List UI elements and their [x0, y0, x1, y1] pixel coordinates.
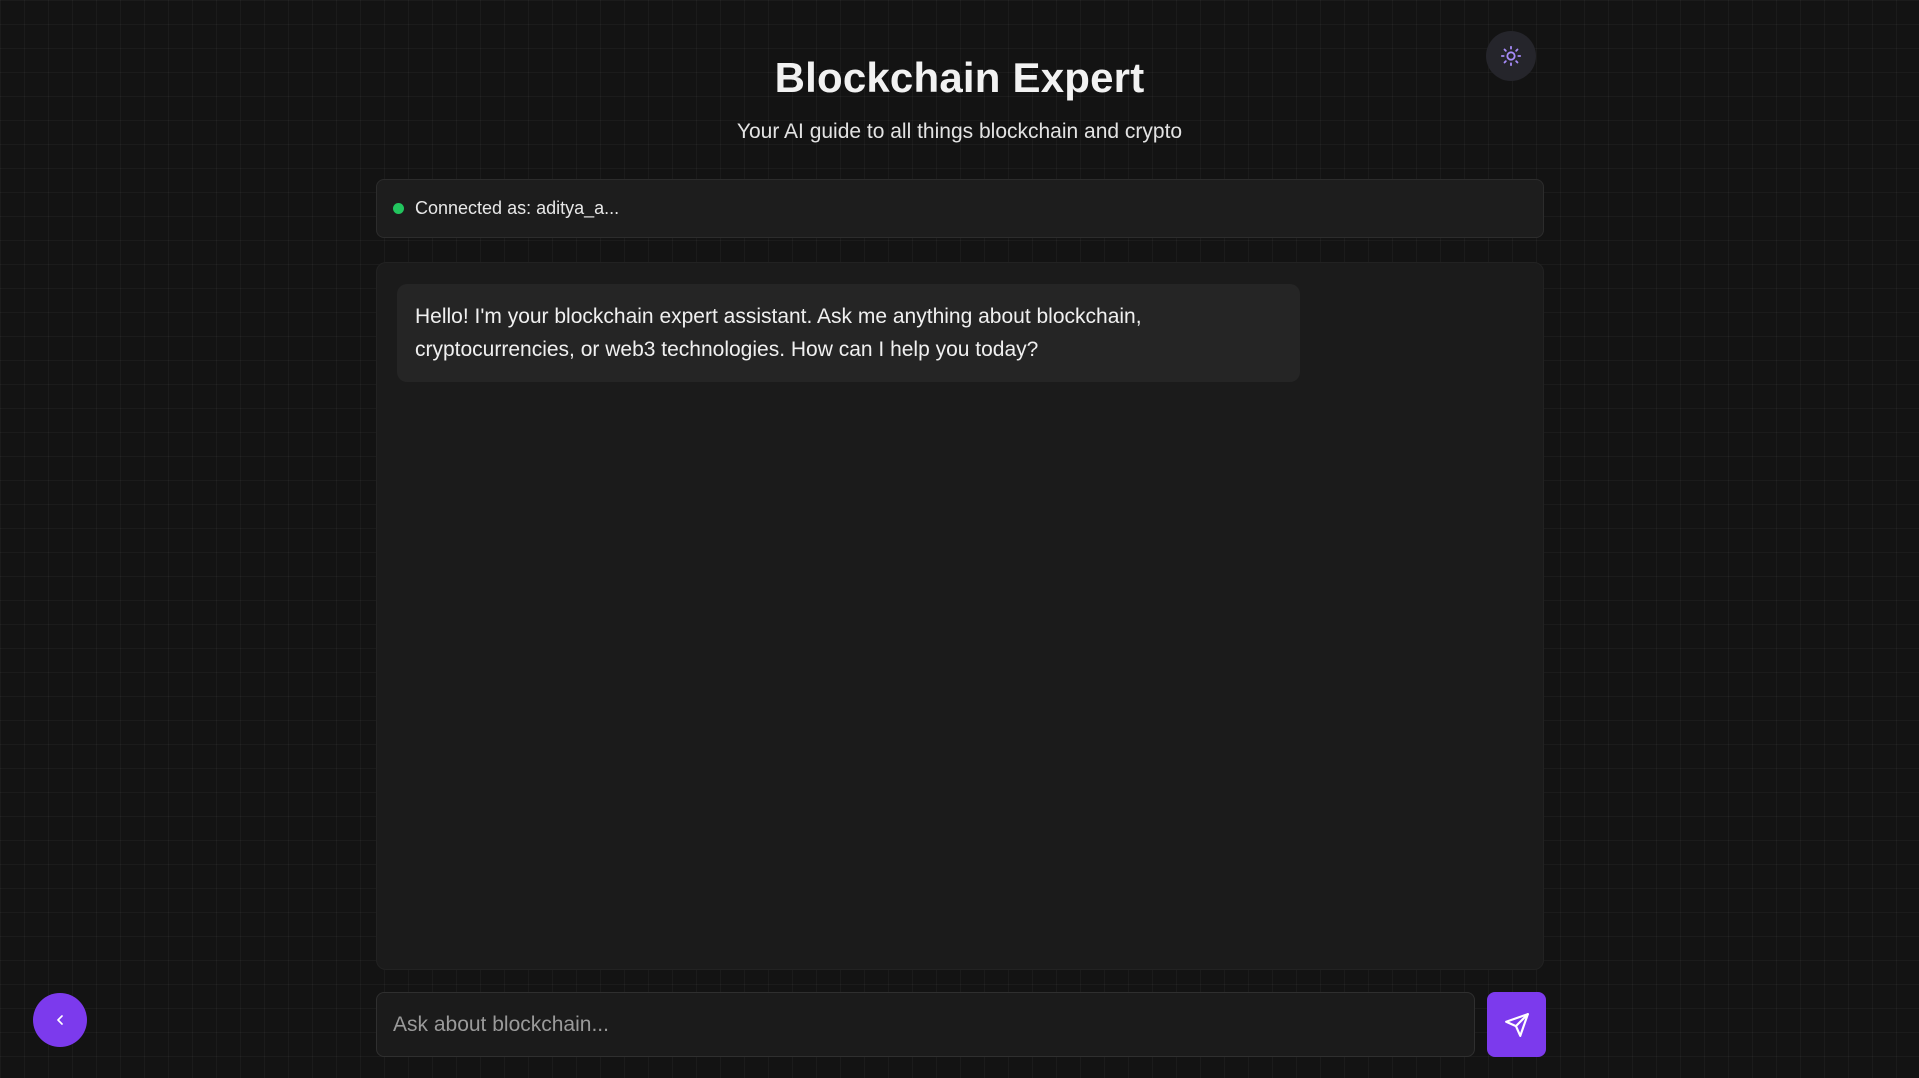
assistant-message: Hello! I'm your blockchain expert assist…	[397, 284, 1300, 382]
page-subtitle: Your AI guide to all things blockchain a…	[736, 120, 1183, 143]
theme-toggle-button[interactable]	[1486, 31, 1536, 81]
back-button[interactable]	[33, 993, 87, 1047]
status-dot	[393, 203, 404, 214]
sun-icon	[1500, 45, 1522, 67]
page-header: Blockchain Expert Your AI guide to all t…	[0, 52, 1919, 146]
page-title: Blockchain Expert	[774, 54, 1145, 101]
send-button[interactable]	[1487, 992, 1546, 1057]
chat-input[interactable]	[376, 992, 1475, 1057]
chat-messages-panel[interactable]: Hello! I'm your blockchain expert assist…	[376, 262, 1544, 970]
connection-status-text: Connected as: aditya_a...	[415, 198, 620, 218]
send-icon	[1504, 1012, 1530, 1038]
connection-status-bar: Connected as: aditya_a...	[376, 179, 1544, 238]
chevron-left-icon	[52, 1012, 68, 1028]
